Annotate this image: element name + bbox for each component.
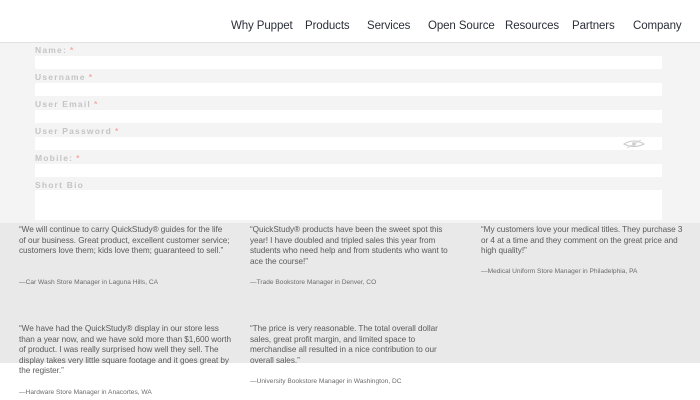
name-input[interactable] xyxy=(35,56,662,69)
nav-products[interactable]: Products xyxy=(305,20,350,32)
short-bio-label-text: Short Bio xyxy=(35,180,85,190)
username-label-text: Username xyxy=(35,72,86,82)
username-label: Username * xyxy=(35,72,93,82)
required-marker: * xyxy=(69,45,75,55)
password-label: User Password * xyxy=(35,126,120,136)
testimonial-quote: “My customers love your medical titles. … xyxy=(481,225,683,255)
testimonial-attribution: —University Bookstore Manager in Washing… xyxy=(250,378,402,385)
signup-form: Name: * Username * User Email * User Passwo… xyxy=(0,43,700,223)
testimonial-quote: “The price is very reasonable. The total… xyxy=(250,324,438,365)
main-nav: Why Puppet Products Services Open Source… xyxy=(0,0,700,43)
password-label-text: User Password xyxy=(35,126,113,136)
name-label-text: Name: xyxy=(35,45,67,55)
nav-company[interactable]: Company xyxy=(633,20,682,32)
required-marker: * xyxy=(115,126,120,136)
testimonial-quote: “QuickStudy® products have been the swee… xyxy=(250,225,448,266)
testimonial-attribution: —Hardware Store Manager in Anacortes, WA xyxy=(19,389,152,396)
site-header: Why Puppet Products Services Open Source… xyxy=(0,0,700,43)
short-bio-label: Short Bio xyxy=(35,180,84,190)
nav-partners[interactable]: Partners xyxy=(572,20,615,32)
nav-why-puppet[interactable]: Why Puppet xyxy=(231,20,293,32)
mobile-label: Mobile: * xyxy=(35,153,81,163)
required-marker: * xyxy=(76,153,81,163)
show-password-eye-icon[interactable] xyxy=(622,138,646,150)
testimonials-section: “We will continue to carry QuickStudy® g… xyxy=(0,223,700,400)
password-input[interactable] xyxy=(35,137,662,150)
mobile-label-text: Mobile: xyxy=(35,153,74,163)
name-label: Name: * xyxy=(35,45,75,55)
testimonial-quote: “We will continue to carry QuickStudy® g… xyxy=(19,225,230,255)
email-input[interactable] xyxy=(35,110,662,123)
required-marker: * xyxy=(88,72,94,82)
testimonial-quote: “We have had the QuickStudy® display in … xyxy=(19,324,232,375)
mobile-input[interactable] xyxy=(35,164,662,177)
testimonial-attribution: —Car Wash Store Manager in Laguna Hills,… xyxy=(19,279,159,286)
testimonial-attribution: —Trade Bookstore Manager in Denver, CO xyxy=(250,279,377,286)
testimonial-attribution: —Medical Uniform Store Manager in Philad… xyxy=(481,268,638,275)
nav-resources[interactable]: Resources xyxy=(505,20,559,32)
email-label-text: User Email xyxy=(35,99,91,109)
username-input[interactable] xyxy=(35,83,662,96)
short-bio-textarea[interactable] xyxy=(35,190,662,220)
required-marker: * xyxy=(93,99,99,109)
email-label: User Email * xyxy=(35,99,98,109)
nav-services[interactable]: Services xyxy=(367,20,410,32)
nav-open-source[interactable]: Open Source xyxy=(428,20,495,32)
